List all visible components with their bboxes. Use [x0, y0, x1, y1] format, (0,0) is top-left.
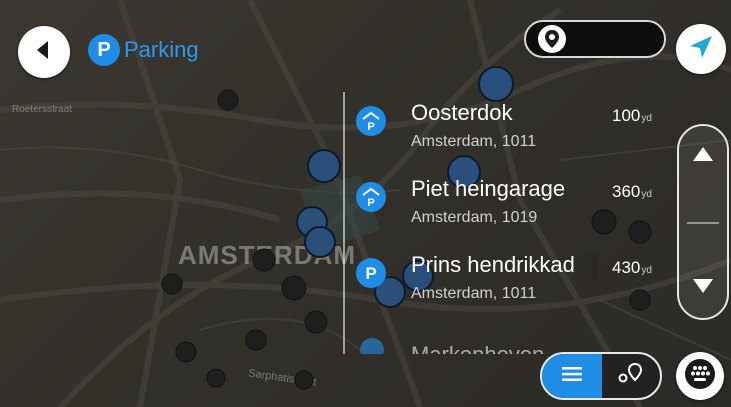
- scroll-up-button[interactable]: [679, 126, 727, 186]
- result-address: Amsterdam, 1011: [411, 285, 537, 302]
- parking-icon: P: [88, 34, 120, 66]
- result-distance: 430yd: [612, 258, 652, 277]
- result-distance: 360yd: [612, 182, 652, 201]
- list-divider: [343, 92, 345, 354]
- navigation-button[interactable]: [676, 24, 726, 74]
- parking-garage-icon: P: [356, 106, 386, 136]
- page-title: P Parking: [88, 34, 199, 66]
- map-view-button[interactable]: [602, 354, 660, 398]
- back-arrow-icon: [29, 35, 59, 69]
- svg-text:P: P: [367, 197, 374, 208]
- scroll-separator: [687, 222, 719, 224]
- back-button[interactable]: [18, 26, 70, 78]
- result-address: Amsterdam, 1019: [411, 209, 538, 226]
- page-title-text: Parking: [124, 37, 199, 62]
- chevron-up-icon: [692, 146, 714, 166]
- list-view-button[interactable]: [542, 354, 602, 398]
- keyboard-button[interactable]: [676, 352, 724, 400]
- svg-text:P: P: [367, 121, 374, 132]
- search-input[interactable]: [524, 20, 666, 58]
- partial-result-name: Markenhoven: [411, 342, 544, 354]
- list-icon: [562, 366, 582, 386]
- scroll-down-button[interactable]: [679, 258, 727, 318]
- parking-icon: P: [356, 258, 386, 288]
- parking-garage-icon: [360, 338, 384, 354]
- map-pins-icon: [617, 362, 645, 390]
- result-name: Prins hendrikkad: [411, 252, 575, 277]
- result-name: Piet heingarage: [411, 176, 566, 201]
- location-pin-icon: [538, 25, 566, 53]
- navigation-arrow-icon: [686, 32, 716, 66]
- scroll-control[interactable]: [677, 124, 729, 320]
- list-item[interactable]: P Prins hendrikkad Amsterdam, 1011 430yd: [350, 244, 670, 320]
- view-toggle[interactable]: [540, 352, 662, 400]
- results-list[interactable]: P Oosterdok Amsterdam, 1011 100yd P Piet…: [350, 92, 670, 354]
- svg-text:P: P: [365, 264, 376, 283]
- list-item[interactable]: P Piet heingarage Amsterdam, 1019 360yd: [350, 168, 670, 244]
- chevron-down-icon: [692, 278, 714, 298]
- result-address: Amsterdam, 1011: [411, 133, 537, 150]
- keyboard-icon: [684, 358, 716, 394]
- result-distance: 100yd: [612, 106, 652, 125]
- list-item[interactable]: P Oosterdok Amsterdam, 1011 100yd: [350, 92, 670, 168]
- text-fade: [572, 252, 598, 282]
- parking-garage-icon: P: [356, 182, 386, 212]
- result-name: Oosterdok: [411, 100, 513, 125]
